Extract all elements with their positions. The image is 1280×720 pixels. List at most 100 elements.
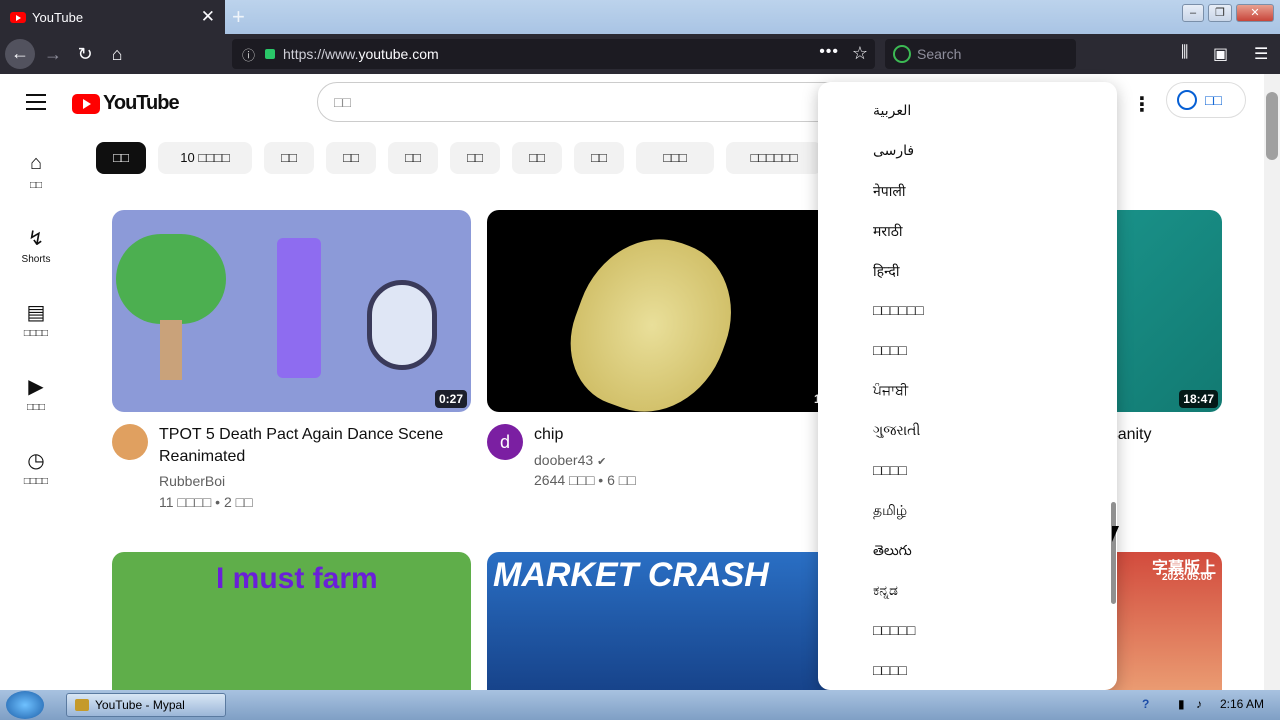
chip[interactable]: □□ — [326, 142, 376, 174]
reload-icon[interactable]: ↻ — [70, 40, 100, 68]
sidebar-item-shorts[interactable]: ↯ Shorts — [0, 226, 72, 265]
chip[interactable]: □□□□□□ — [726, 142, 822, 174]
language-option[interactable]: मराठी — [873, 222, 902, 241]
language-option[interactable]: हिन्दी — [873, 262, 899, 281]
language-option[interactable]: □□□□ — [873, 662, 907, 678]
chip[interactable]: □□ — [388, 142, 438, 174]
account-icon — [1177, 90, 1197, 110]
tree-trunk — [160, 320, 182, 380]
language-option[interactable]: العربية — [873, 102, 911, 119]
library-icon[interactable]: ⫼ — [1181, 44, 1188, 62]
lock-icon — [265, 49, 276, 59]
browser-search-placeholder: Search — [917, 46, 962, 62]
network-icon[interactable]: ▮ — [1178, 697, 1185, 711]
volume-icon[interactable]: ♪ — [1196, 697, 1202, 711]
video-card[interactable]: I must farm — [112, 552, 472, 690]
channel-avatar[interactable] — [112, 424, 148, 460]
tab-youtube[interactable]: YouTube ✕ — [0, 0, 225, 34]
page-scrollbar-thumb[interactable] — [1266, 92, 1278, 160]
new-tab-icon[interactable]: + — [232, 4, 245, 30]
channel-name[interactable]: doober43 ✔ — [534, 452, 606, 468]
chip[interactable]: □□ — [450, 142, 500, 174]
language-option[interactable]: తెలుగు — [873, 542, 912, 562]
video-thumbnail[interactable]: 1:00 — [487, 210, 846, 412]
home-icon[interactable]: ⌂ — [102, 40, 132, 68]
chip[interactable]: □□ — [512, 142, 562, 174]
mouse-cursor-icon — [1112, 526, 1119, 542]
video-title[interactable]: chip — [534, 424, 834, 446]
language-option[interactable]: فارسی — [873, 142, 914, 159]
youtube-logo[interactable]: YouTube — [72, 92, 180, 115]
channel-avatar[interactable]: d — [487, 424, 523, 460]
tab-title: YouTube — [32, 9, 84, 25]
chip[interactable]: □□ — [574, 142, 624, 174]
language-menu-scrollbar[interactable] — [1111, 502, 1116, 604]
page-actions-icon[interactable]: ••• — [819, 43, 839, 61]
sign-in-button[interactable]: □□ — [1166, 82, 1246, 118]
video-thumbnail[interactable]: 0:27 — [112, 210, 471, 412]
close-tab-icon[interactable]: ✕ — [201, 7, 215, 27]
language-menu: العربية فارسی नेपाली मराठी हिन्दी □□□□□□… — [818, 82, 1117, 690]
sidebar-item-home[interactable]: ⌂ □□ — [0, 152, 72, 191]
language-option[interactable]: ਪੰਜਾਬੀ — [873, 382, 908, 399]
address-bar[interactable]: ⓘ https://www.youtube.com ••• ☆ — [232, 39, 875, 69]
forward-arrow-icon[interactable]: → — [38, 40, 68, 68]
restore-button[interactable]: ❐ — [1208, 4, 1232, 22]
search-engine-icon — [893, 45, 911, 63]
fan-character — [367, 280, 437, 370]
thumbnail-text: I must farm — [216, 562, 378, 595]
clock[interactable]: 2:16 AM — [1220, 697, 1264, 711]
thumbnail-date: 2023.05.08 — [1161, 572, 1212, 583]
close-window-button[interactable]: ✕ — [1236, 4, 1274, 22]
sidebar-item-history[interactable]: ◷ □□□□ — [0, 448, 72, 487]
chip[interactable]: 10 □□□□ — [158, 142, 252, 174]
language-option[interactable]: □□□□ — [873, 462, 907, 478]
video-card[interactable]: MARKET CRASH — [487, 552, 847, 690]
video-duration: 18:47 — [1179, 390, 1218, 408]
info-icon[interactable]: ⓘ — [242, 45, 255, 64]
youtube-search-input[interactable]: □□ — [317, 82, 837, 122]
browser-search-input[interactable]: Search — [885, 39, 1076, 69]
video-title[interactable]: TPOT 5 Death Pact Again Dance Scene Rean… — [159, 424, 459, 468]
chip[interactable]: □□ — [264, 142, 314, 174]
video-meta: 11 □□□□ • 2 □□ — [159, 494, 253, 510]
chip[interactable]: □□□ — [636, 142, 714, 174]
back-arrow-icon[interactable]: ← — [5, 39, 35, 69]
video-thumbnail[interactable]: MARKET CRASH — [487, 552, 846, 690]
channel-name[interactable]: RubberBoi — [159, 473, 225, 489]
page-scrollbar[interactable] — [1264, 74, 1280, 690]
video-card[interactable]: 1:00 d chip doober43 ✔ 2644 □□□ • 6 □□ — [487, 210, 847, 510]
language-option[interactable]: ಕನ್ನಡ — [873, 582, 898, 599]
thumbnail-text: MARKET CRASH — [493, 556, 769, 594]
video-thumbnail[interactable]: I must farm — [112, 552, 471, 690]
menu-icon[interactable]: ☰ — [1254, 44, 1268, 64]
home-icon: ⌂ — [29, 152, 43, 174]
language-option[interactable]: தமிழ் — [873, 502, 907, 521]
guide-menu-icon[interactable] — [26, 94, 46, 110]
subscriptions-icon: ▤ — [26, 302, 46, 324]
mypal-icon — [75, 699, 89, 711]
language-option[interactable]: □□□□□ — [873, 622, 915, 638]
language-option[interactable]: नेपाली — [873, 182, 905, 201]
settings-more-icon[interactable]: ⋮ — [1132, 92, 1152, 117]
language-option[interactable]: ગુજરાતી — [873, 422, 920, 439]
language-option[interactable]: □□□□□□ — [873, 302, 924, 318]
tab-strip: YouTube ✕ + – ❐ ✕ — [0, 0, 1280, 34]
history-icon: ◷ — [27, 450, 45, 472]
sidebar-item-library[interactable]: ▶ □□□ — [0, 374, 72, 413]
video-card[interactable]: 0:27 TPOT 5 Death Pact Again Dance Scene… — [112, 210, 472, 510]
chip-all[interactable]: □□ — [96, 142, 146, 174]
start-button[interactable] — [6, 691, 44, 719]
youtube-play-icon — [72, 93, 100, 114]
help-icon[interactable]: ? — [1142, 697, 1149, 711]
minimize-button[interactable]: – — [1182, 4, 1204, 22]
taskbar-window-button[interactable]: YouTube - Mypal — [66, 693, 226, 717]
language-option[interactable]: □□□□ — [873, 342, 907, 358]
potato-chip-image — [551, 217, 753, 412]
video-meta: 2644 □□□ • 6 □□ — [534, 472, 636, 488]
sidebar-toggle-icon[interactable]: ▣ — [1213, 44, 1228, 64]
bookmark-star-icon[interactable]: ☆ — [852, 43, 868, 64]
taskbar: YouTube - Mypal ? ▮ ♪ 2:16 AM — [0, 690, 1280, 720]
sidebar-item-subscriptions[interactable]: ▤ □□□□ — [0, 300, 72, 339]
url-text: https://www.youtube.com — [283, 46, 439, 62]
